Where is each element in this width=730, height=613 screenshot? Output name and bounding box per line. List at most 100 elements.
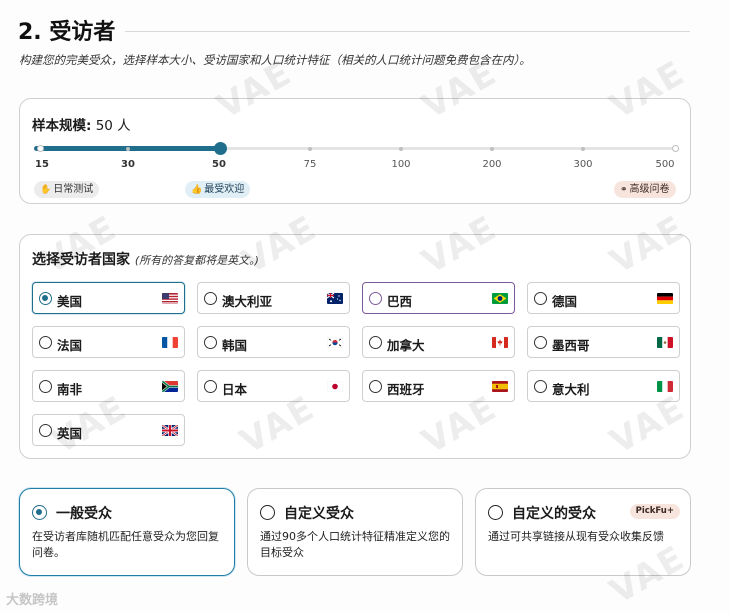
country-label: 法国: [57, 338, 83, 353]
slider-tick-30[interactable]: [126, 147, 130, 151]
au-flag-icon: [327, 293, 343, 304]
slider-tick-15[interactable]: [37, 145, 44, 152]
tag-advanced-survey: ⚭ 高级问卷: [614, 181, 676, 198]
country-label: 巴西: [387, 294, 413, 309]
tag-label: 日常测试: [53, 184, 94, 195]
country-card: 选择受访者国家 (所有的答复都将是英文。) 美国 澳大利亚 巴西 德国 法国 韩…: [19, 234, 691, 459]
country-label: 韩国: [222, 338, 248, 353]
it-flag-icon: [657, 381, 673, 392]
audience-title: 一般受众: [56, 506, 112, 522]
country-label: 德国: [552, 294, 578, 309]
audience-description: 通过90多个人口统计特征精准定义您的目标受众: [260, 530, 450, 559]
br-flag-icon: [492, 293, 508, 304]
radio-button[interactable]: [39, 336, 52, 349]
radio-button[interactable]: [32, 505, 47, 520]
tick-label: 75: [303, 159, 317, 170]
radio-button[interactable]: [39, 380, 52, 393]
slider-tick-500[interactable]: [672, 145, 679, 152]
country-option-us[interactable]: 美国: [32, 282, 185, 314]
country-heading-text: 选择受访者国家: [32, 252, 130, 268]
audience-description: 通过可共享链接从现有受众收集反馈: [488, 530, 664, 543]
country-option-au[interactable]: 澳大利亚: [197, 282, 350, 314]
tag-most-popular: 👍 最受欢迎: [185, 181, 251, 198]
tick-label: 15: [35, 159, 49, 170]
radio-button[interactable]: [488, 505, 503, 520]
country-option-it[interactable]: 意大利: [527, 370, 680, 402]
radio-button[interactable]: [39, 292, 52, 305]
country-label: 日本: [222, 382, 248, 397]
country-option-ca[interactable]: 加拿大: [362, 326, 515, 358]
sample-size-title: 样本规模:: [32, 118, 92, 134]
country-option-gb[interactable]: 英国: [32, 414, 185, 446]
ca-flag-icon: [492, 337, 508, 348]
audience-card-own[interactable]: 自定义的受众 PickFu+ 通过可共享链接从现有受众收集反馈: [475, 488, 691, 576]
thumbs-up-icon: 👍: [191, 185, 203, 195]
section-title: 2. 受访者: [18, 20, 116, 45]
de-flag-icon: [657, 293, 673, 304]
country-option-za[interactable]: 南非: [32, 370, 185, 402]
radio-button[interactable]: [204, 380, 217, 393]
country-heading: 选择受访者国家 (所有的答复都将是英文。): [32, 249, 259, 269]
country-option-de[interactable]: 德国: [527, 282, 680, 314]
tag-daily-test: ✋ 日常测试: [34, 181, 100, 198]
sample-size-slider-thumb[interactable]: [214, 142, 227, 155]
slider-tick-100[interactable]: [399, 147, 403, 151]
mx-flag-icon: [657, 337, 673, 348]
country-label: 英国: [57, 426, 83, 441]
kr-flag-icon: [327, 337, 343, 348]
radio-button[interactable]: [534, 292, 547, 305]
tick-label: 100: [391, 159, 411, 170]
radio-button[interactable]: [369, 380, 382, 393]
tick-label: 30: [121, 159, 135, 170]
country-label: 美国: [57, 294, 83, 309]
tag-label: 高级问卷: [629, 184, 670, 195]
country-label: 西班牙: [387, 382, 425, 397]
country-option-jp[interactable]: 日本: [197, 370, 350, 402]
audience-description: 在受访者库随机匹配任意受众为您回复问卷。: [32, 530, 219, 559]
radio-button[interactable]: [369, 292, 382, 305]
country-label: 墨西哥: [552, 338, 590, 353]
country-label: 南非: [57, 382, 83, 397]
country-option-es[interactable]: 西班牙: [362, 370, 515, 402]
country-label: 意大利: [552, 382, 590, 397]
audience-card-general[interactable]: 一般受众 在受访者库随机匹配任意受众为您回复问卷。: [19, 488, 235, 576]
sample-size-card: 样本规模: 50 人 15 30 50 75 100 200 300 500 ✋…: [19, 98, 691, 204]
sample-size-label: 样本规模: 50 人: [32, 114, 131, 134]
pickfu-plus-badge: PickFu+: [629, 504, 680, 519]
radio-button[interactable]: [369, 336, 382, 349]
radio-button[interactable]: [204, 292, 217, 305]
us-flag-icon: [162, 293, 178, 304]
audience-title: 自定义的受众: [512, 506, 596, 522]
radio-button[interactable]: [39, 424, 52, 437]
country-label: 加拿大: [387, 338, 425, 353]
audience-card-custom[interactable]: 自定义受众 通过90多个人口统计特征精准定义您的目标受众: [247, 488, 463, 576]
country-option-br[interactable]: 巴西: [362, 282, 515, 314]
slider-tick-300[interactable]: [581, 147, 585, 151]
country-option-fr[interactable]: 法国: [32, 326, 185, 358]
sample-size-value: 50 人: [95, 118, 131, 134]
radio-button[interactable]: [204, 336, 217, 349]
fr-flag-icon: [162, 337, 178, 348]
country-option-mx[interactable]: 墨西哥: [527, 326, 680, 358]
tick-label: 300: [573, 159, 593, 170]
country-option-kr[interactable]: 韩国: [197, 326, 350, 358]
corner-watermark: 大数跨境: [6, 593, 59, 608]
jp-flag-icon: [327, 381, 343, 392]
tick-label: 500: [655, 159, 675, 170]
hand-icon: ✋: [40, 185, 52, 195]
gb-flag-icon: [162, 425, 178, 436]
country-label: 澳大利亚: [222, 294, 273, 309]
radio-button[interactable]: [260, 505, 275, 520]
tick-label: 200: [482, 159, 502, 170]
tick-label: 50: [212, 159, 226, 170]
title-divider: [125, 31, 690, 32]
slider-tick-75[interactable]: [308, 147, 312, 151]
radio-button[interactable]: [534, 380, 547, 393]
audience-title: 自定义受众: [284, 506, 354, 522]
slider-tick-200[interactable]: [490, 147, 494, 151]
section-subtitle: 构建您的完美受众，选择样本大小、受访国家和人口统计特征（相关的人口统计问题免费包…: [19, 53, 531, 67]
country-note: (所有的答复都将是英文。): [134, 254, 259, 267]
link-icon: ⚭: [620, 185, 628, 195]
es-flag-icon: [492, 381, 508, 392]
radio-button[interactable]: [534, 336, 547, 349]
